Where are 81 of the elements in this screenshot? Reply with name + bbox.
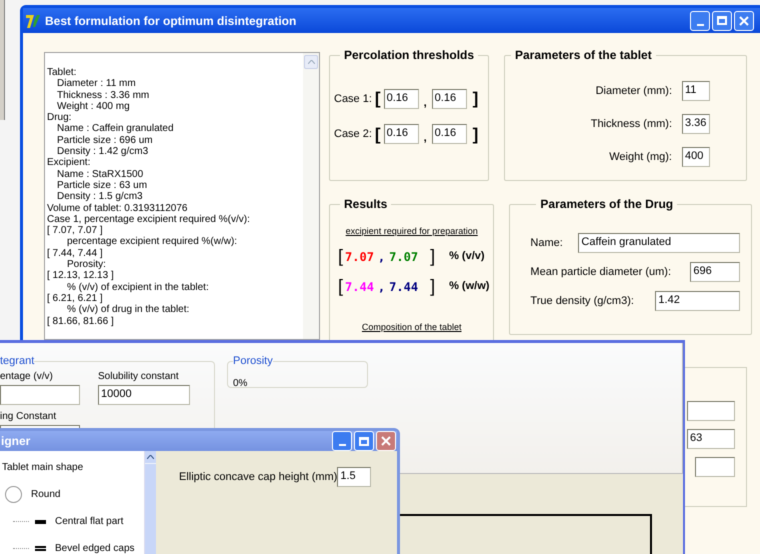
report-line: Porosity: — [66, 259, 106, 270]
bracket: [ — [374, 124, 381, 146]
input-field[interactable]: 3.36 — [682, 114, 710, 134]
field-label: Name: — [530, 236, 563, 251]
input-field[interactable]: 1.42 — [655, 291, 740, 311]
input-field[interactable]: 10000 — [98, 384, 190, 404]
report-line: Weight : 400 mg — [56, 100, 130, 112]
report-line: Case 1, percentage excipient required %(v/v): — [47, 214, 250, 226]
report-line: Drug: — [47, 112, 72, 124]
input-field[interactable]: Caffein granulated — [578, 233, 740, 253]
group-title: Results — [343, 196, 388, 213]
bracket: [ — [338, 245, 344, 268]
report-line: [ 12.13, 12.13 ] — [47, 270, 114, 282]
input-field[interactable]: 63 — [687, 429, 735, 449]
field-label: ing Constant — [0, 410, 58, 422]
group-title: Parameters of the tablet — [514, 47, 653, 64]
input-field[interactable]: 11 — [682, 81, 710, 101]
bracket: ] — [472, 88, 478, 110]
report-line: Particle size : 696 um — [56, 134, 153, 146]
result-value: 7.44 — [389, 278, 418, 296]
report-line: [ 6.21, 6.21 ] — [47, 292, 103, 304]
report-line: [ 81.66, 81.66 ] — [47, 316, 114, 327]
result-value: , — [378, 248, 386, 266]
input-field[interactable]: 1.5 — [337, 467, 372, 487]
tree-item[interactable]: Bevel edged caps — [55, 541, 135, 554]
result-value: 7.44 — [345, 278, 374, 296]
tree-item[interactable]: Round — [31, 487, 60, 502]
group-title: tegrant — [0, 354, 34, 369]
window-title: igner — [1, 433, 30, 450]
group-title: Percolation thresholds — [343, 47, 476, 64]
tree-item[interactable]: Tablet main shape — [2, 460, 84, 475]
comma: , — [424, 131, 427, 146]
input-field[interactable]: 400 — [682, 147, 710, 167]
field-label: True density (g/cm3): — [530, 294, 634, 309]
bracket: [ — [374, 88, 381, 110]
field-label: Elliptic concave cap height (mm) — [179, 470, 338, 485]
result-value: 7.07 — [345, 248, 374, 266]
bracket: [ — [338, 275, 344, 298]
report-line: Density : 1.42 g/cm3 — [56, 146, 148, 158]
comma: , — [424, 96, 427, 110]
input-field[interactable]: 696 — [690, 262, 740, 282]
report-line: Diameter : 11 mm — [56, 78, 136, 90]
unit-label: % (w/w) — [449, 279, 490, 294]
field-label: Solubility constant — [98, 370, 180, 382]
field-label: Mean particle diameter (um): — [530, 264, 672, 280]
group-title: Porosity — [233, 354, 273, 369]
input-field[interactable]: 0.16 — [432, 124, 467, 144]
caption: excipient required for preparation — [346, 225, 478, 238]
report-line: [ 7.07, 7.07 ] — [47, 225, 103, 236]
report-line: Particle size : 63 um — [56, 180, 148, 192]
report-line: Tablet: — [47, 67, 76, 78]
input-field[interactable]: 0.16 — [384, 124, 419, 144]
report-line: percentage excipient required %(w/w): — [66, 236, 238, 248]
bracket: ] — [472, 124, 478, 146]
report-line: % (v/v) of drug in the tablet: — [66, 304, 190, 316]
report-line: Name : Caffein granulated — [56, 123, 174, 135]
field-label: Diameter (mm): — [596, 84, 672, 99]
report-line: [ 7.44, 7.44 ] — [47, 248, 103, 260]
bracket: ] — [430, 275, 436, 298]
report-line: Excipient: — [47, 157, 90, 169]
unit-label: % (v/v) — [449, 249, 485, 264]
field-label: entage (v/v) — [0, 370, 54, 382]
field-label: Weight (mg): — [609, 150, 672, 165]
composition-link[interactable]: Composition of the tablet — [362, 320, 462, 334]
bracket: ] — [430, 245, 436, 268]
input-field[interactable]: 0.16 — [432, 88, 467, 109]
group-title: Parameters of the Drug — [539, 196, 674, 213]
report-line: Thickness : 3.36 mm — [56, 90, 150, 101]
case-label: Case 2: — [334, 127, 372, 142]
tree-item[interactable]: Central flat part — [55, 514, 124, 529]
report-line: Volume of tablet: 0.3193112076 — [47, 202, 188, 214]
field-label: Thickness (mm): — [590, 116, 672, 132]
window-title: Best formulation for optimum disintegration — [45, 12, 298, 30]
result-value: 7.07 — [389, 248, 418, 266]
result-value: , — [378, 278, 386, 296]
case-label: Case 1: — [334, 92, 372, 106]
report-line: Name : StaRX1500 — [56, 168, 144, 180]
input-field[interactable]: 0.16 — [384, 88, 419, 109]
porosity-value: 0% — [233, 378, 248, 388]
report-line: Density : 1.5 g/cm3 — [56, 191, 143, 203]
report-line: % (v/v) of excipient in the tablet: — [66, 282, 209, 293]
